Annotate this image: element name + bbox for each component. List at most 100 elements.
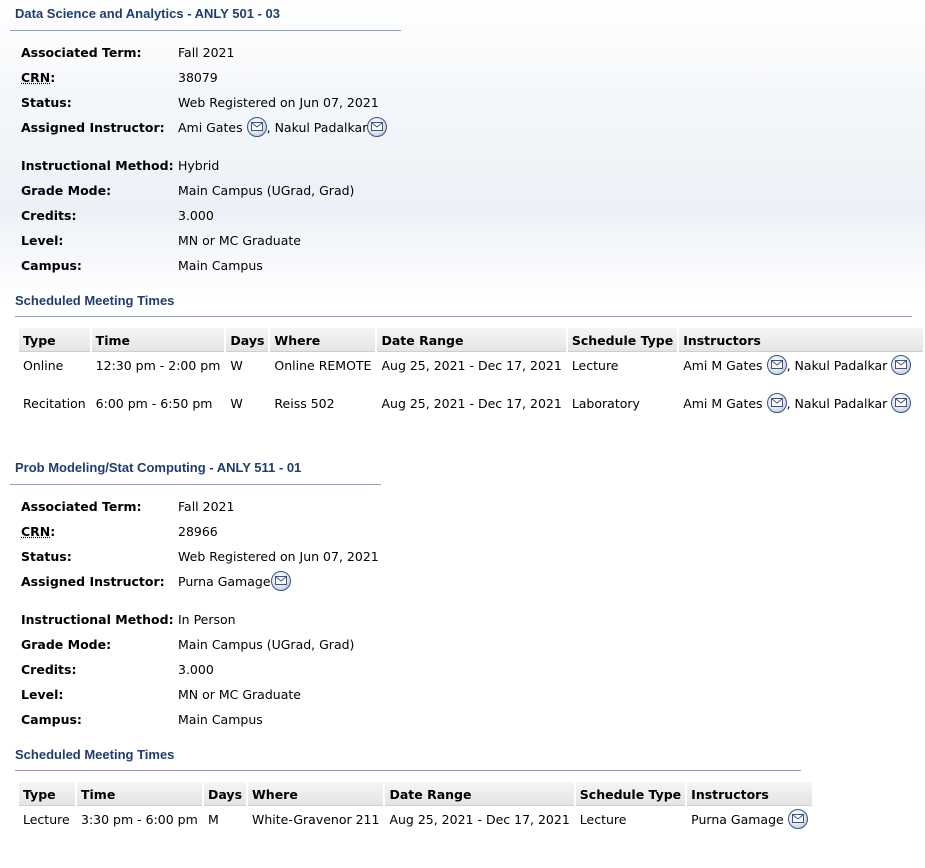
assigned-instructor-label: Assigned Instructor: [21,120,165,135]
assigned-instructor-label: Assigned Instructor: [21,574,165,589]
col-days: Days [226,328,269,352]
crn-label: CRN: [21,68,177,88]
crn-abbr: CRN [21,524,51,539]
credits-value: 3.000 [178,662,214,677]
cell-type: Recitation [23,396,86,411]
assigned-instructor-value: Ami Gates , Nakul Padalkar [178,116,388,138]
cell-where: Reiss 502 [274,396,335,411]
scheduled-meeting-times-title: Scheduled Meeting Times [15,747,175,762]
grade-mode-value: Main Campus (UGrad, Grad) [178,637,355,652]
cell-date-range: Aug 25, 2021 - Dec 17, 2021 [381,396,562,411]
associated-term-label: Associated Term: [21,45,142,60]
course-title[interactable]: Data Science and Analytics - ANLY 501 - … [15,6,280,21]
cell-days: M [208,812,219,827]
status-label: Status: [21,549,72,564]
associated-term-value: Fall 2021 [178,45,235,60]
section-rule [15,770,801,771]
instructor-name: Ami Gates [178,120,243,135]
cell-type: Lecture [23,812,70,827]
instructional-method-value: In Person [178,612,236,627]
cell-instructors: Purna Gamage [687,806,812,844]
cell-instructors: Ami M Gates , Nakul Padalkar [679,352,923,390]
table-header-row: Type Time Days Where Date Range Schedule… [19,328,923,352]
col-schedule-type: Schedule Type [575,782,686,806]
instructor-name: Ami M Gates [683,358,763,373]
col-instructors: Instructors [679,328,923,352]
associated-term-value: Fall 2021 [178,499,235,514]
cell-time: 12:30 pm - 2:00 pm [95,358,221,373]
crn-label: CRN: [21,522,177,542]
cell-type: Online [23,358,64,373]
instructor-name: Nakul Padalkar [274,120,368,135]
crn-colon: : [50,70,56,85]
col-days: Days [204,782,247,806]
cell-date-range: Aug 25, 2021 - Dec 17, 2021 [389,812,570,827]
instructional-method-label: Instructional Method: [21,612,174,627]
meeting-times-table: Type Time Days Where Date Range Schedule… [17,782,814,844]
cell-time: 6:00 pm - 6:50 pm [95,396,213,411]
table-header-row: Type Time Days Where Date Range Schedule… [19,782,813,806]
scheduled-meeting-times-title: Scheduled Meeting Times [15,293,175,308]
grade-mode-label: Grade Mode: [21,183,112,198]
table-row: Online 12:30 pm - 2:00 pm W Online REMOT… [19,352,923,390]
cell-where: White-Gravenor 211 [252,812,380,827]
status-value: Web Registered on Jun 07, 2021 [178,95,379,110]
crn-value: 38079 [178,70,218,85]
associated-term-label: Associated Term: [21,499,142,514]
status-value: Web Registered on Jun 07, 2021 [178,549,379,564]
cell-where: Online REMOTE [274,358,372,373]
campus-value: Main Campus [178,258,263,273]
cell-time: 3:30 pm - 6:00 pm [81,812,198,827]
col-type: Type [19,328,90,352]
campus-label: Campus: [21,712,82,727]
campus-label: Campus: [21,258,82,273]
col-instructors: Instructors [687,782,813,806]
instructor-name: Ami M Gates [683,396,763,411]
cell-days: W [230,396,243,411]
envelope-icon[interactable] [787,808,808,829]
course-title[interactable]: Prob Modeling/Stat Computing - ANLY 511 … [15,460,301,475]
credits-label: Credits: [21,662,77,677]
envelope-icon[interactable] [891,354,912,375]
instructor-name: Purna Gamage [178,574,271,589]
instructional-method-value: Hybrid [178,158,220,173]
cell-schedule-type: Lecture [579,812,627,827]
instructor-separator: , [266,120,271,135]
level-value: MN or MC Graduate [178,233,301,248]
cell-instructors: Ami M Gates , Nakul Padalkar [679,390,923,428]
envelope-icon[interactable] [246,116,267,137]
col-where: Where [248,782,384,806]
instructor-separator: , [786,396,791,411]
envelope-icon[interactable] [367,116,388,137]
envelope-icon[interactable] [270,570,291,591]
col-type: Type [19,782,75,806]
instructor-name: Purna Gamage [691,812,784,827]
course-title-rule [10,30,401,31]
assigned-instructor-value: Purna Gamage [178,570,291,592]
table-row: Recitation 6:00 pm - 6:50 pm W Reiss 502… [19,390,923,428]
section-rule [15,316,912,317]
col-date-range: Date Range [385,782,574,806]
cell-schedule-type: Laboratory [571,396,640,411]
envelope-icon[interactable] [766,354,787,375]
envelope-icon[interactable] [891,392,912,413]
campus-value: Main Campus [178,712,263,727]
col-schedule-type: Schedule Type [567,328,678,352]
grade-mode-value: Main Campus (UGrad, Grad) [178,183,355,198]
crn-value: 28966 [178,524,218,539]
crn-colon: : [50,524,56,539]
level-label: Level: [21,233,64,248]
grade-mode-label: Grade Mode: [21,637,112,652]
meeting-times-table: Type Time Days Where Date Range Schedule… [17,328,925,428]
cell-date-range: Aug 25, 2021 - Dec 17, 2021 [381,358,562,373]
level-value: MN or MC Graduate [178,687,301,702]
instructor-name: Nakul Padalkar [794,396,888,411]
crn-abbr: CRN [21,70,51,85]
cell-schedule-type: Lecture [571,358,619,373]
instructor-name: Nakul Padalkar [794,358,888,373]
status-label: Status: [21,95,72,110]
instructional-method-label: Instructional Method: [21,158,174,173]
envelope-icon[interactable] [766,392,787,413]
col-date-range: Date Range [377,328,566,352]
credits-value: 3.000 [178,208,214,223]
